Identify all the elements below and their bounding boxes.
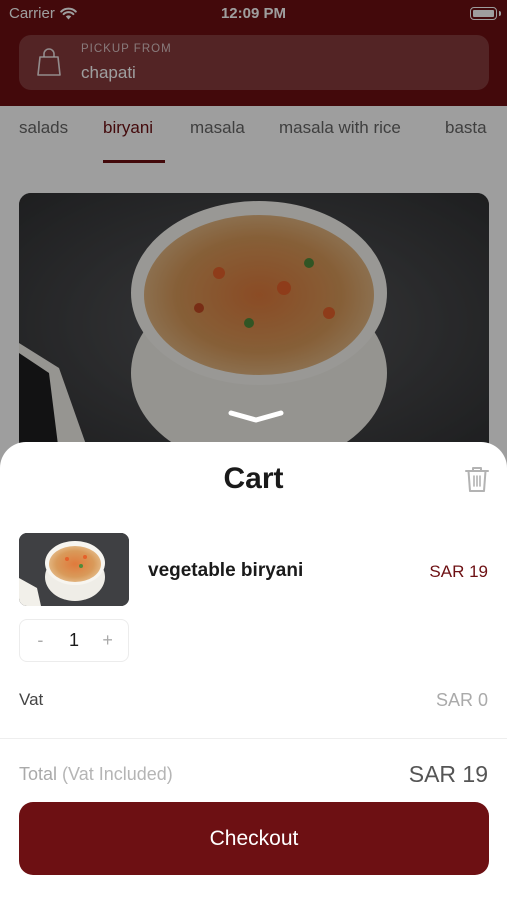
increment-button[interactable]: + <box>96 630 120 651</box>
cart-item-image <box>19 533 129 606</box>
quantity-value: 1 <box>68 630 79 650</box>
divider <box>0 738 507 739</box>
cart-title: Cart <box>223 462 284 495</box>
total-label: Total (Vat Included) <box>19 764 173 785</box>
cart-item-name: vegetable biryani <box>148 560 304 581</box>
checkout-button[interactable]: Checkout <box>19 802 489 875</box>
total-vat-note: (Vat Included) <box>62 764 173 784</box>
decrement-button[interactable]: - <box>28 630 52 651</box>
chevron-down-icon[interactable] <box>228 409 284 423</box>
total-value: SAR 19 <box>408 761 488 787</box>
cart-item-price: SAR 19 <box>429 562 488 581</box>
vat-label: Vat <box>19 690 44 709</box>
vat-value: SAR 0 <box>435 690 488 710</box>
trash-icon[interactable] <box>464 466 490 493</box>
total-label-text: Total <box>19 764 58 784</box>
quantity-stepper: - 1 + <box>19 619 129 662</box>
